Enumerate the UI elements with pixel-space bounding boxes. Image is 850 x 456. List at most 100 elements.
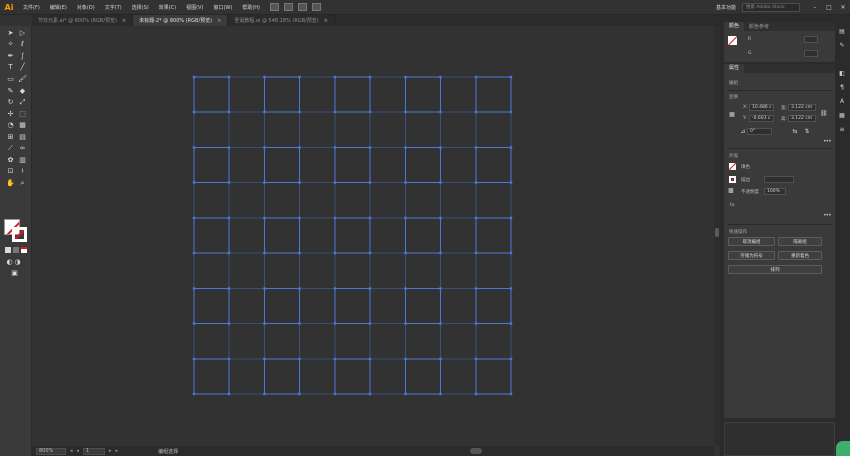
anchor-point[interactable] [474,287,478,290]
anchor-point[interactable] [298,322,301,325]
anchor-point[interactable] [333,392,337,396]
anchor-point[interactable] [227,146,231,149]
grid-square[interactable] [193,76,230,113]
symbol-sprayer-tool-icon[interactable]: ✿ [6,156,15,165]
anchor-point[interactable] [227,392,231,396]
eraser-tool-icon[interactable]: ◆ [18,87,27,96]
anchor-point[interactable] [439,287,442,290]
anchor-point[interactable] [439,251,442,255]
anchor-point[interactable] [439,357,442,361]
anchor-point[interactable] [333,110,337,114]
close-icon[interactable]: × [122,18,126,24]
lasso-tool-icon[interactable]: ℓ [18,40,27,49]
anchor-point[interactable] [368,110,372,114]
anchor-point[interactable] [509,287,513,290]
stroke-swatch[interactable] [729,176,736,183]
stroke-panel-icon[interactable]: ≡ [838,126,846,134]
anchor-point[interactable] [263,146,266,149]
anchor-point[interactable] [404,357,407,361]
grid-square[interactable] [334,217,371,254]
anchor-point[interactable] [474,75,478,79]
effects-button[interactable]: fx. [730,203,736,208]
fill-none-swatch[interactable] [729,163,736,170]
grid-square[interactable] [193,358,230,395]
zoom-level-field[interactable]: 800% [36,447,66,455]
anchor-point[interactable] [227,322,231,325]
anchor-point[interactable] [368,181,372,184]
anchor-point[interactable] [227,216,231,220]
anchor-point[interactable] [368,75,372,79]
grid-square[interactable] [334,358,371,395]
eyedropper-tool-icon[interactable]: ⟋ [6,144,15,153]
screen-mode-icon[interactable]: ▣ [10,269,19,278]
grid-square[interactable] [334,288,371,324]
anchor-point[interactable] [333,146,337,149]
tab-properties[interactable]: 属性 [724,64,745,73]
anchor-point[interactable] [404,251,407,255]
zoom-tool-icon[interactable]: ⌕ [18,179,27,188]
pen-tool-icon[interactable]: ✒ [6,52,15,61]
anchor-point[interactable] [192,251,196,255]
grid-square[interactable] [264,288,300,324]
appearance-more-options-button[interactable]: ••• [823,212,832,219]
anchor-point[interactable] [192,322,196,325]
anchor-point[interactable] [192,287,196,290]
grid-square[interactable] [264,358,300,395]
grid-square[interactable] [264,217,300,254]
anchor-point[interactable] [439,110,442,114]
anchor-point[interactable] [298,75,301,79]
reference-point-icon[interactable]: ▦ [729,112,735,118]
arrange-documents-icon[interactable] [298,3,307,11]
grid-square[interactable] [405,76,441,113]
anchor-point[interactable] [333,75,337,79]
menu-effect[interactable]: 效果(C) [154,4,181,11]
grid-square[interactable] [193,217,230,254]
last-artboard-button[interactable]: ▸ [116,448,119,454]
horizontal-scroll-thumb[interactable] [470,448,482,454]
grid-square[interactable] [475,288,512,324]
libraries-icon[interactable]: ▤ [838,28,846,36]
anchor-point[interactable] [298,287,301,290]
blend-tool-icon[interactable]: ∞ [18,144,27,153]
selected-square-grid[interactable] [32,26,720,446]
anchor-point[interactable] [227,287,231,290]
anchor-point[interactable] [333,216,337,220]
perspective-grid-tool-icon[interactable]: ▦ [18,121,27,130]
slice-tool-icon[interactable]: ⟊ [18,167,27,176]
assistant-badge-icon[interactable] [836,441,850,456]
save-as-symbol-button[interactable]: 存储为符号 [728,251,775,260]
grid-square[interactable] [193,147,230,183]
layers-icon[interactable]: ◧ [838,70,846,78]
grid-square[interactable] [405,217,441,254]
isolate-group-button[interactable]: 隔离组 [778,237,822,246]
anchor-point[interactable] [439,216,442,220]
swatches-icon[interactable]: ▦ [838,112,846,120]
color-mode-swatch[interactable] [5,247,11,253]
gradient-tool-icon[interactable]: ▤ [18,133,27,142]
anchor-point[interactable] [474,110,478,114]
anchor-point[interactable] [263,251,266,255]
menu-view[interactable]: 视图(V) [181,4,208,11]
anchor-point[interactable] [474,392,478,396]
grid-square[interactable] [405,147,441,183]
flip-horizontal-icon[interactable]: ⇆ [792,129,798,135]
tab-document-2[interactable]: 未标题-2* @ 800% (RGB/预览) × [133,15,229,26]
anchor-point[interactable] [474,146,478,149]
draw-inside-icon[interactable]: ◑ [13,258,22,267]
curvature-tool-icon[interactable]: ∫ [18,52,27,61]
stroke-weight-input[interactable] [764,176,794,183]
tab-color[interactable]: 颜色 [724,22,745,31]
anchor-point[interactable] [263,357,266,361]
stroke-swatch[interactable] [12,227,27,242]
menu-file[interactable]: 文件(F) [18,4,45,11]
anchor-point[interactable] [439,146,442,149]
anchor-point[interactable] [333,181,337,184]
anchor-point[interactable] [474,357,478,361]
channel-r-input[interactable] [804,36,818,43]
anchor-point[interactable] [404,287,407,290]
anchor-point[interactable] [192,392,196,396]
anchor-point[interactable] [333,251,337,255]
anchor-point[interactable] [474,216,478,220]
anchor-point[interactable] [509,357,513,361]
anchor-point[interactable] [368,287,372,290]
